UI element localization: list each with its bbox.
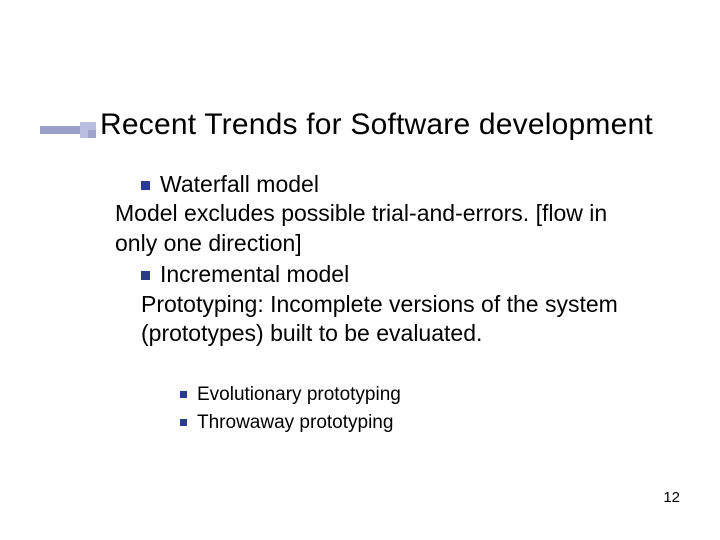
bullet-continuation: Prototyping: Incomplete versions of the …	[141, 290, 655, 349]
bullet-heading: Waterfall model	[160, 171, 319, 197]
square-bullet-icon	[141, 181, 150, 190]
sub-bullet-text: Throwaway prototyping	[197, 412, 393, 433]
bullet-item: Incremental model	[141, 260, 655, 289]
slide-body: Waterfall model Model excludes possible …	[115, 170, 655, 349]
bullet-continuation: Model excludes possible trial-and-errors…	[115, 199, 655, 258]
bullet-heading: Incremental model	[160, 261, 349, 287]
bullet-text: Model excludes possible trial-and-errors…	[115, 200, 607, 255]
bullet-text: Prototyping: Incomplete versions of the …	[141, 291, 618, 346]
bullet-item: Waterfall model	[141, 170, 655, 199]
square-bullet-icon	[141, 271, 150, 280]
sub-bullet-text: Evolutionary prototyping	[197, 384, 401, 405]
title-accent-graphic	[40, 126, 96, 140]
sub-bullet-item: Evolutionary prototyping	[180, 382, 401, 408]
slide-title-block: Recent Trends for Software development	[100, 108, 653, 142]
slide-title: Recent Trends for Software development	[100, 108, 653, 142]
sub-bullet-item: Throwaway prototyping	[180, 410, 401, 436]
page-number: 12	[663, 489, 680, 506]
square-bullet-icon	[180, 391, 187, 398]
sub-bullet-list: Evolutionary prototyping Throwaway proto…	[180, 382, 401, 438]
square-bullet-icon	[180, 419, 187, 426]
